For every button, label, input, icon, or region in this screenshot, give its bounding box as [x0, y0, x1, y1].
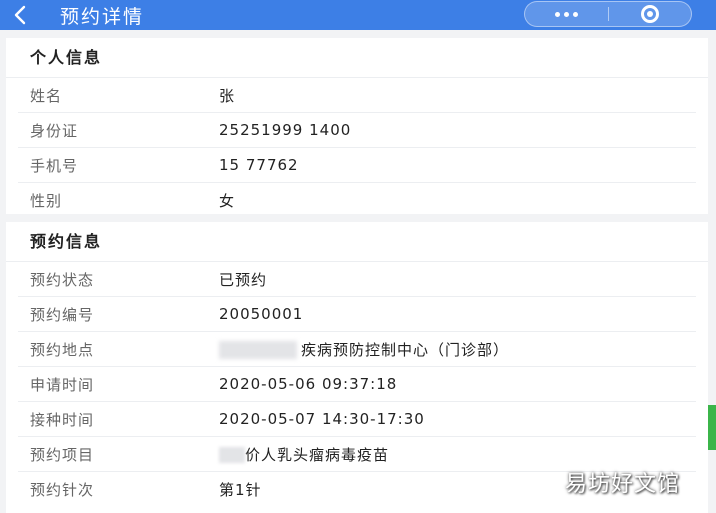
row-label: 接种时间 — [30, 410, 95, 429]
item-text: 价人乳头瘤病毒疫苗 — [245, 445, 390, 464]
row-label: 预约项目 — [30, 445, 95, 464]
row-label: 预约针次 — [30, 481, 95, 499]
row-value: 15 77762 — [219, 156, 299, 174]
chevron-left-icon — [14, 5, 26, 25]
row-value: 女 — [219, 192, 236, 210]
personal-info-heading: 个人信息 — [6, 38, 708, 78]
info-row-vaccination-time: 接种时间 2020-05-07 14:30-17:30 — [18, 402, 696, 437]
row-value: 2020-05-07 14:30-17:30 — [219, 410, 425, 428]
row-label: 身份证 — [30, 121, 79, 140]
side-accent-strip — [708, 405, 716, 450]
location-text: 疾病预防控制中心（门诊部） — [301, 340, 510, 359]
row-label: 手机号 — [30, 156, 79, 175]
back-button[interactable] — [0, 0, 40, 30]
info-row-location: 预约地点 疾病预防控制中心（门诊部） — [18, 332, 696, 367]
row-label: 预约编号 — [30, 305, 95, 324]
row-value: 25251999 1400 — [219, 121, 352, 139]
info-row-gender: 性别 女 — [18, 183, 696, 218]
redacted-mask — [219, 447, 245, 463]
row-label: 申请时间 — [30, 375, 95, 394]
row-value: 2020-05-06 09:37:18 — [219, 375, 398, 393]
row-label: 预约地点 — [30, 340, 95, 359]
top-navigation-bar: 预约详情 — [0, 0, 716, 30]
appointment-info-heading: 预约信息 — [6, 222, 708, 262]
mini-program-capsule — [524, 1, 692, 27]
row-value: 20050001 — [219, 305, 304, 323]
row-label: 预约状态 — [30, 270, 95, 289]
page-title: 预约详情 — [60, 5, 145, 28]
watermark-text: 易坊好文馆 — [565, 472, 681, 497]
more-menu-button[interactable] — [525, 2, 608, 26]
info-row-id-card: 身份证 25251999 1400 — [18, 113, 696, 148]
row-value: 价人乳头瘤病毒疫苗 — [219, 444, 389, 465]
info-row-status: 预约状态 已预约 — [18, 262, 696, 297]
row-label: 性别 — [30, 192, 63, 210]
row-value: 已预约 — [219, 270, 268, 289]
redacted-mask — [219, 341, 297, 359]
row-value: 疾病预防控制中心（门诊部） — [219, 339, 509, 360]
target-circle-icon — [640, 5, 659, 23]
info-row-phone: 手机号 15 77762 — [18, 148, 696, 183]
row-value: 张 — [219, 86, 236, 105]
ellipsis-icon — [555, 11, 560, 17]
close-mini-program-button[interactable] — [609, 2, 691, 26]
info-row-number: 预约编号 20050001 — [18, 297, 696, 332]
row-label: 姓名 — [30, 86, 63, 105]
personal-info-card: 个人信息 姓名 张 身份证 25251999 1400 手机号 15 77762… — [6, 38, 708, 214]
row-value: 第1针 — [219, 481, 262, 499]
info-row-apply-time: 申请时间 2020-05-06 09:37:18 — [18, 367, 696, 402]
info-row-name: 姓名 张 — [18, 78, 696, 113]
